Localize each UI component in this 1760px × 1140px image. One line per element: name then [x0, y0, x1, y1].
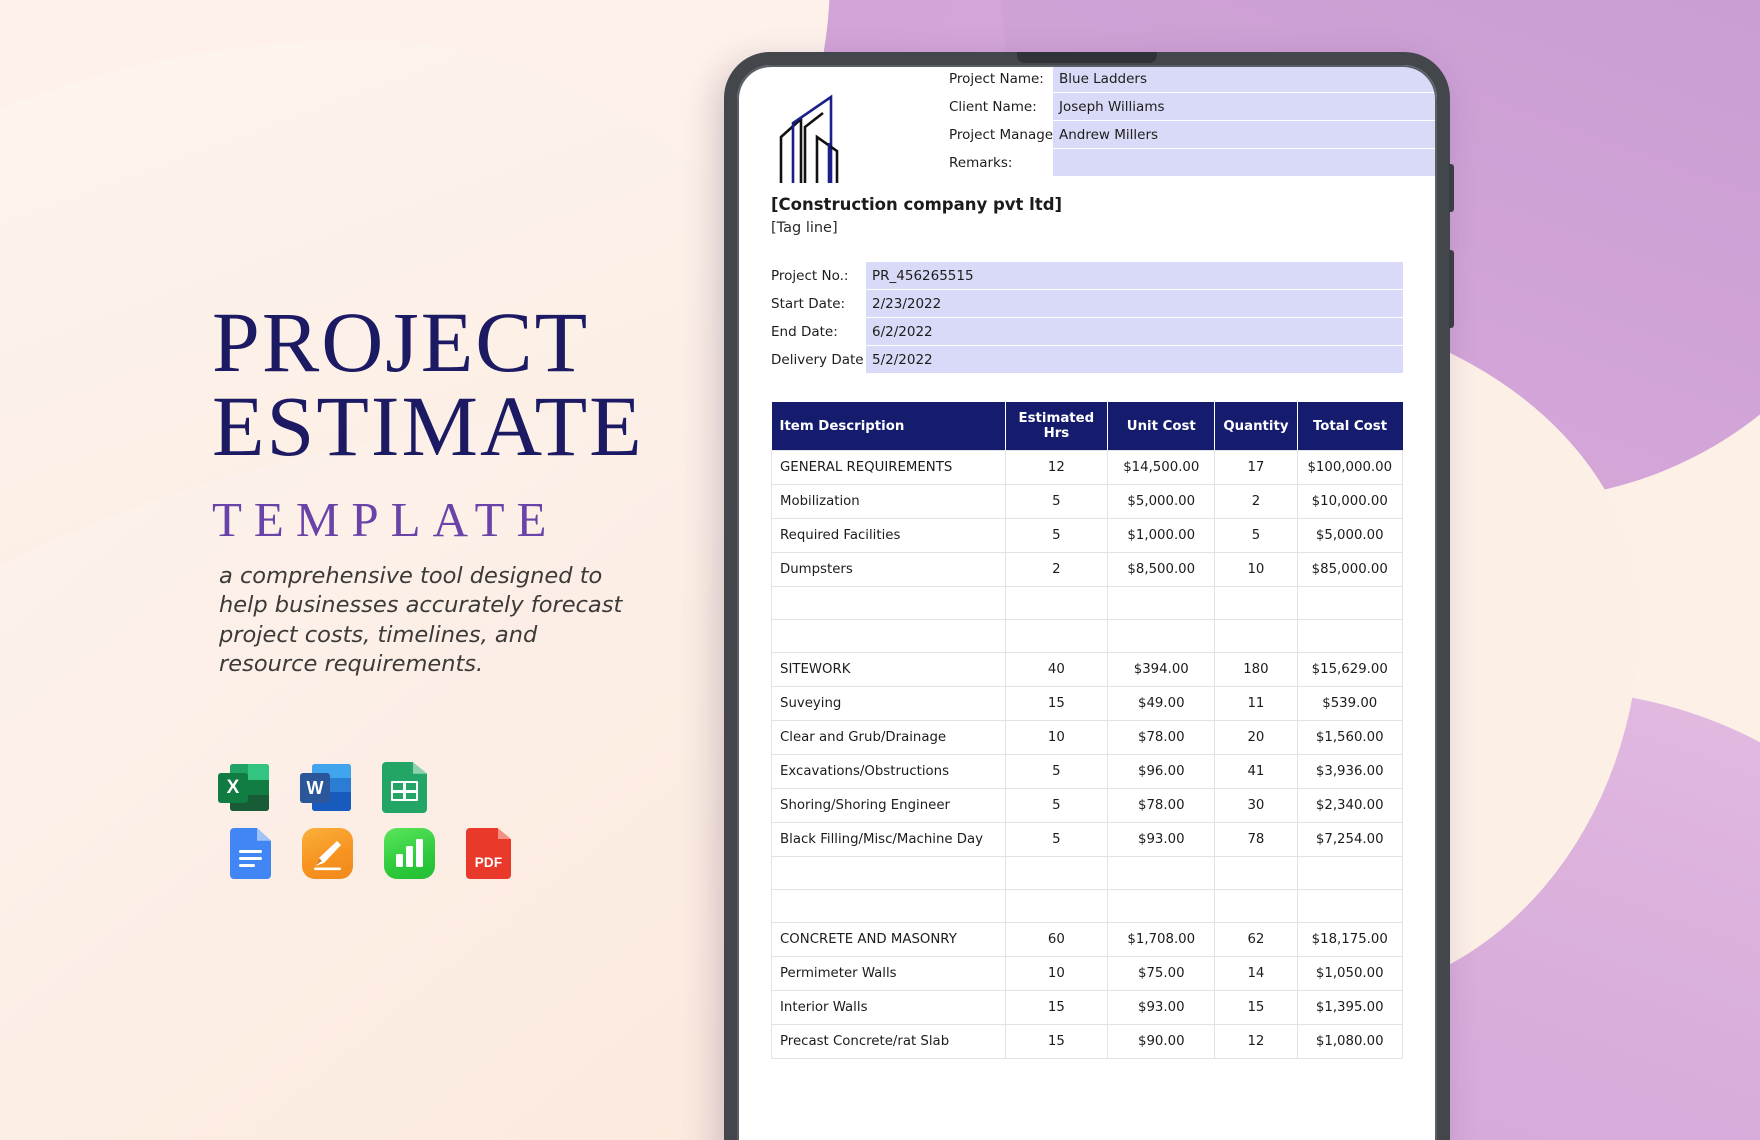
word-icon-label: W — [300, 773, 330, 803]
field-remarks-label: Remarks: — [949, 155, 1013, 171]
pdf-icon-fold — [497, 828, 511, 840]
field-project-name-label: Project Name: — [949, 71, 1044, 87]
excel-icon[interactable]: X — [218, 762, 269, 813]
apple-numbers-icon[interactable] — [384, 828, 435, 879]
field-remarks: Remarks: — [949, 149, 1437, 177]
phone-volume-button[interactable] — [1449, 164, 1454, 212]
page-title-line-2: ESTIMATE — [212, 378, 644, 475]
pdf-icon-label: PDF — [474, 855, 503, 870]
apple-pages-icon[interactable] — [302, 828, 353, 879]
field-client-name-label: Client Name: — [949, 99, 1037, 115]
estimate-document: PROJECT ESTIMATE [Construction company p… — [737, 65, 1437, 1059]
promo-description: a comprehensive tool designed to help bu… — [219, 563, 623, 677]
format-icon-row-2: PDF — [230, 828, 511, 879]
pdf-icon[interactable]: PDF — [466, 828, 511, 879]
google-sheets-icon-fold — [412, 762, 427, 774]
field-project-name: Project Name: Blue Ladders — [949, 65, 1437, 93]
project-info-left-column: Project Name: Blue Ladders Client Name: … — [737, 65, 1437, 1140]
google-docs-icon[interactable] — [230, 828, 271, 879]
format-icon-list: X W PDF — [218, 762, 511, 894]
field-project-manager-value[interactable]: Andrew Millers — [1053, 121, 1437, 149]
page-subtitle: TEMPLATE — [212, 491, 559, 547]
field-project-manager: Project Manager Andrew Millers — [949, 121, 1437, 149]
field-client-name-value[interactable]: Joseph Williams — [1053, 93, 1437, 121]
phone-power-button[interactable] — [1449, 250, 1454, 328]
google-sheets-icon-grid — [391, 781, 418, 801]
phone-mockup: PROJECT ESTIMATE [Construction company p… — [724, 52, 1454, 1140]
promo-title-block: PROJECT ESTIMATE TEMPLATE — [212, 294, 644, 548]
format-icon-row-1: X W — [218, 762, 511, 813]
promo-panel: PROJECT ESTIMATE TEMPLATE a comprehensiv… — [0, 0, 720, 1140]
excel-icon-label: X — [218, 773, 248, 803]
page-title-line-1: PROJECT — [212, 294, 590, 390]
project-info-section: Project Name: Blue Ladders Client Name: … — [771, 65, 1437, 374]
apple-pages-pen-icon — [314, 841, 341, 871]
field-client-name: Client Name: Joseph Williams — [949, 93, 1437, 121]
google-sheets-icon[interactable] — [382, 762, 427, 813]
word-icon[interactable]: W — [300, 762, 351, 813]
google-docs-icon-fold — [257, 828, 271, 841]
field-remarks-value[interactable] — [1053, 149, 1437, 177]
phone-screen: PROJECT ESTIMATE [Construction company p… — [737, 65, 1437, 1140]
phone-notch — [1017, 52, 1157, 63]
field-project-name-value[interactable]: Blue Ladders — [1053, 65, 1437, 93]
field-project-manager-label: Project Manager — [949, 127, 1053, 143]
